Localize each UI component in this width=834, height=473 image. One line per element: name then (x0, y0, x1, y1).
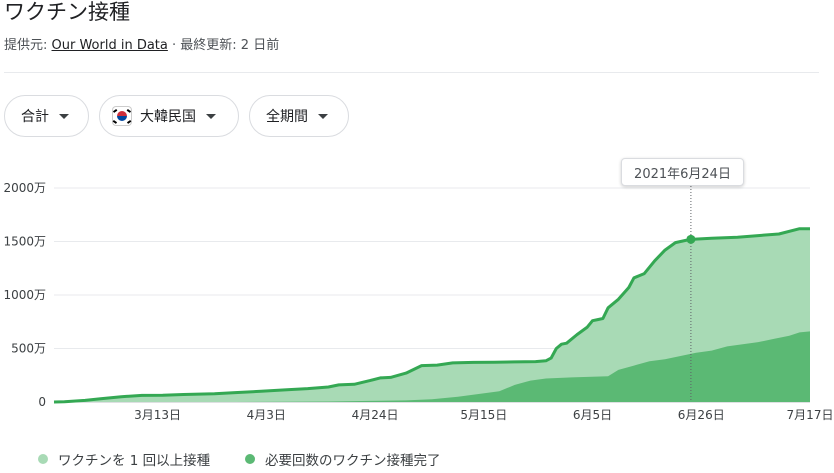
country-dropdown-label: 大韓民国 (140, 109, 196, 125)
x-tick-label: 6月5日 (573, 408, 612, 422)
source-link[interactable]: Our World in Data (52, 38, 168, 53)
total-dropdown[interactable]: 合計 (4, 95, 89, 137)
y-tick-label: 500万 (11, 342, 46, 356)
x-tick-label: 4月24日 (352, 408, 399, 422)
period-dropdown-label: 全期間 (266, 109, 308, 125)
vaccination-chart[interactable]: 0 500万 1000万 1500万 2000万 3月13日 4月3日 4月24日 5月15日 6… (0, 150, 834, 440)
chevron-down-icon (318, 113, 328, 119)
chevron-down-icon (206, 113, 216, 119)
legend-swatch (245, 454, 255, 464)
legend-label: 必要回数のワクチン接種完了 (265, 453, 441, 469)
source-line: 提供元: Our World in Data · 最終更新: 2 日前 (4, 34, 279, 53)
country-dropdown[interactable]: 大韓民国 (99, 95, 239, 137)
y-tick-label: 0 (38, 395, 46, 409)
page-title: ワクチン接種 (4, 0, 130, 24)
y-tick-label: 1500万 (3, 235, 46, 249)
header-divider (4, 72, 819, 73)
x-tick-label: 5月15日 (460, 408, 507, 422)
period-dropdown[interactable]: 全期間 (249, 95, 349, 137)
legend-item-fully-vaccinated: 必要回数のワクチン接種完了 (245, 449, 441, 469)
y-tick-label: 1000万 (3, 288, 46, 302)
total-dropdown-label: 合計 (21, 109, 49, 125)
source-prefix: 提供元: (4, 38, 52, 53)
legend-item-one-dose: ワクチンを 1 回以上接種 (38, 449, 210, 469)
x-tick-label: 6月26日 (678, 408, 725, 422)
x-tick-label: 3月13日 (134, 408, 181, 422)
y-tick-label: 2000万 (3, 181, 46, 195)
last-updated: · 最終更新: 2 日前 (167, 38, 280, 53)
legend-swatch (38, 454, 48, 464)
x-tick-label: 4月3日 (247, 408, 286, 422)
korea-flag-icon (112, 106, 132, 126)
chevron-down-icon (59, 113, 69, 119)
date-tooltip: 2021年6月24日 (621, 158, 744, 186)
legend-label: ワクチンを 1 回以上接種 (58, 453, 211, 469)
hover-point (686, 234, 696, 244)
x-tick-label: 7月17日 (787, 408, 834, 422)
